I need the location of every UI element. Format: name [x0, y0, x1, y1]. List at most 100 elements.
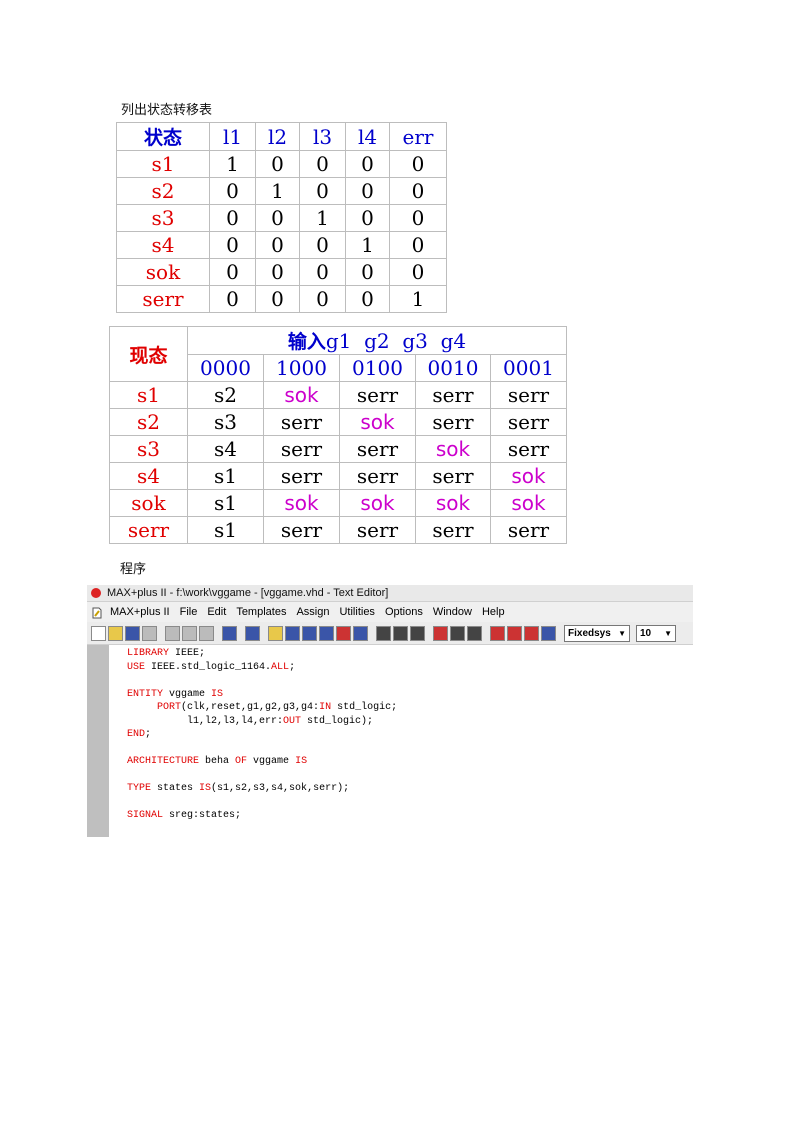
- code-editor[interactable]: LIBRARY IEEE; USE IEEE.std_logic_1164.ALL…: [87, 645, 693, 837]
- row-state: sok: [109, 489, 188, 517]
- next-state-cell: sok: [415, 489, 491, 517]
- editor-window: MAX+plus II - f:\work\vggame - [vggame.v…: [87, 585, 693, 837]
- menu-assign[interactable]: Assign: [291, 602, 334, 622]
- programmer-icon[interactable]: [467, 625, 482, 641]
- table-row: s1 s2 sok serr serr serr: [109, 381, 567, 409]
- code-keyword: ARCHITECTURE: [127, 756, 200, 767]
- symbol-editor-icon[interactable]: [336, 625, 351, 641]
- code-line: USE IEEE.std_logic_1164.ALL;: [127, 661, 397, 675]
- document-icon: [91, 606, 103, 619]
- input-code: 1000: [263, 354, 340, 382]
- header-l3: l3: [299, 122, 346, 151]
- paste-icon[interactable]: [199, 625, 214, 641]
- menu-options[interactable]: Options: [380, 602, 428, 622]
- code-line: TYPE states IS(s1,s2,s3,s4,sok,serr);: [127, 782, 397, 796]
- menu-utilities[interactable]: Utilities: [334, 602, 379, 622]
- code-token: states: [151, 783, 200, 794]
- open-file-icon[interactable]: [108, 625, 123, 641]
- code-text[interactable]: LIBRARY IEEE; USE IEEE.std_logic_1164.ALL…: [127, 647, 397, 823]
- header-err: err: [389, 122, 447, 151]
- help-cursor-icon[interactable]: [245, 625, 260, 641]
- warning-icon[interactable]: [268, 625, 283, 641]
- code-token: ;: [145, 729, 152, 740]
- save-icon[interactable]: [125, 625, 140, 641]
- table-row: serr 0 0 0 0 1: [116, 285, 447, 313]
- code-keyword: IS: [199, 783, 212, 794]
- menu-help[interactable]: Help: [477, 602, 510, 622]
- size-select[interactable]: 10 ▼: [636, 624, 676, 642]
- undo-icon[interactable]: [222, 625, 237, 641]
- text-editor-icon[interactable]: [353, 625, 368, 641]
- search-icon[interactable]: [541, 625, 556, 641]
- input-code: 0010: [415, 354, 491, 382]
- next-state-cell: serr: [339, 381, 416, 409]
- code-line: ARCHITECTURE beha OF vggame IS: [127, 755, 397, 769]
- code-line: SIGNAL sreg:states;: [127, 809, 397, 823]
- code-token: (s1,s2,s3,s4,sok,serr);: [211, 783, 350, 794]
- cell: 0: [299, 177, 346, 205]
- cell: 0: [255, 231, 300, 259]
- cell: 1: [209, 150, 256, 178]
- table-row: s3 s4 serr serr sok serr: [109, 435, 567, 463]
- cut-icon[interactable]: [165, 625, 180, 641]
- code-keyword: USE: [127, 661, 146, 673]
- print-icon[interactable]: [142, 625, 157, 641]
- header-current-state: 现态: [109, 326, 188, 382]
- menu-window[interactable]: Window: [428, 602, 477, 622]
- next-state-cell: s4: [187, 435, 264, 463]
- code-token: beha: [199, 756, 236, 767]
- next-state-cell: serr: [415, 381, 491, 409]
- header-l1: l1: [209, 122, 256, 151]
- floorplan-icon[interactable]: [302, 625, 317, 641]
- replace-icon[interactable]: [524, 625, 539, 641]
- code-token: vggame: [247, 756, 296, 767]
- floorplan-editor-icon[interactable]: [393, 625, 408, 641]
- find-next-icon[interactable]: [507, 625, 522, 641]
- menu-edit[interactable]: Edit: [202, 602, 231, 622]
- find-icon[interactable]: [490, 625, 505, 641]
- menu-maxplus[interactable]: MAX+plus II: [105, 602, 175, 622]
- cell: 0: [209, 258, 256, 286]
- cell: 1: [345, 231, 390, 259]
- next-state-cell: serr: [263, 435, 340, 463]
- hierarchy-icon[interactable]: [285, 625, 300, 641]
- code-keyword: ALL: [271, 661, 290, 673]
- font-select[interactable]: Fixedsys ▼: [564, 624, 630, 642]
- header-state: 状态: [116, 122, 210, 151]
- chevron-down-icon: ▼: [664, 628, 672, 638]
- next-state-cell: serr: [263, 462, 340, 490]
- row-state: serr: [116, 285, 210, 313]
- row-state: s2: [116, 177, 210, 205]
- code-line: END;: [127, 728, 397, 742]
- simulator-icon[interactable]: [433, 625, 448, 641]
- cell: 1: [255, 177, 300, 205]
- app-icon: [91, 588, 101, 598]
- menu-file[interactable]: File: [175, 602, 203, 622]
- menu-templates[interactable]: Templates: [231, 602, 291, 622]
- header-l4: l4: [345, 122, 390, 151]
- header-l2: l2: [255, 122, 300, 151]
- input-code: 0001: [490, 354, 567, 382]
- code-token: IEEE;: [169, 648, 206, 659]
- next-state-cell: serr: [415, 462, 491, 490]
- graphic-editor-icon[interactable]: [319, 625, 334, 641]
- cell: 1: [299, 204, 346, 232]
- table-row: serr s1 serr serr serr serr: [109, 516, 567, 544]
- compiler-icon[interactable]: [410, 625, 425, 641]
- new-file-icon[interactable]: [91, 625, 106, 641]
- code-keyword: TYPE: [127, 783, 152, 794]
- header-inputs-cn: 输入: [287, 331, 326, 353]
- timing-analyzer-icon[interactable]: [450, 625, 465, 641]
- cell: 0: [299, 231, 346, 259]
- cell: 0: [299, 258, 346, 286]
- next-state-cell: serr: [490, 381, 567, 409]
- next-state-cell: serr: [263, 408, 340, 436]
- next-state-cell: serr: [415, 408, 491, 436]
- cell: 0: [389, 150, 447, 178]
- copy-icon[interactable]: [182, 625, 197, 641]
- input-code: 0000: [187, 354, 264, 382]
- waveform-editor-icon[interactable]: [376, 625, 391, 641]
